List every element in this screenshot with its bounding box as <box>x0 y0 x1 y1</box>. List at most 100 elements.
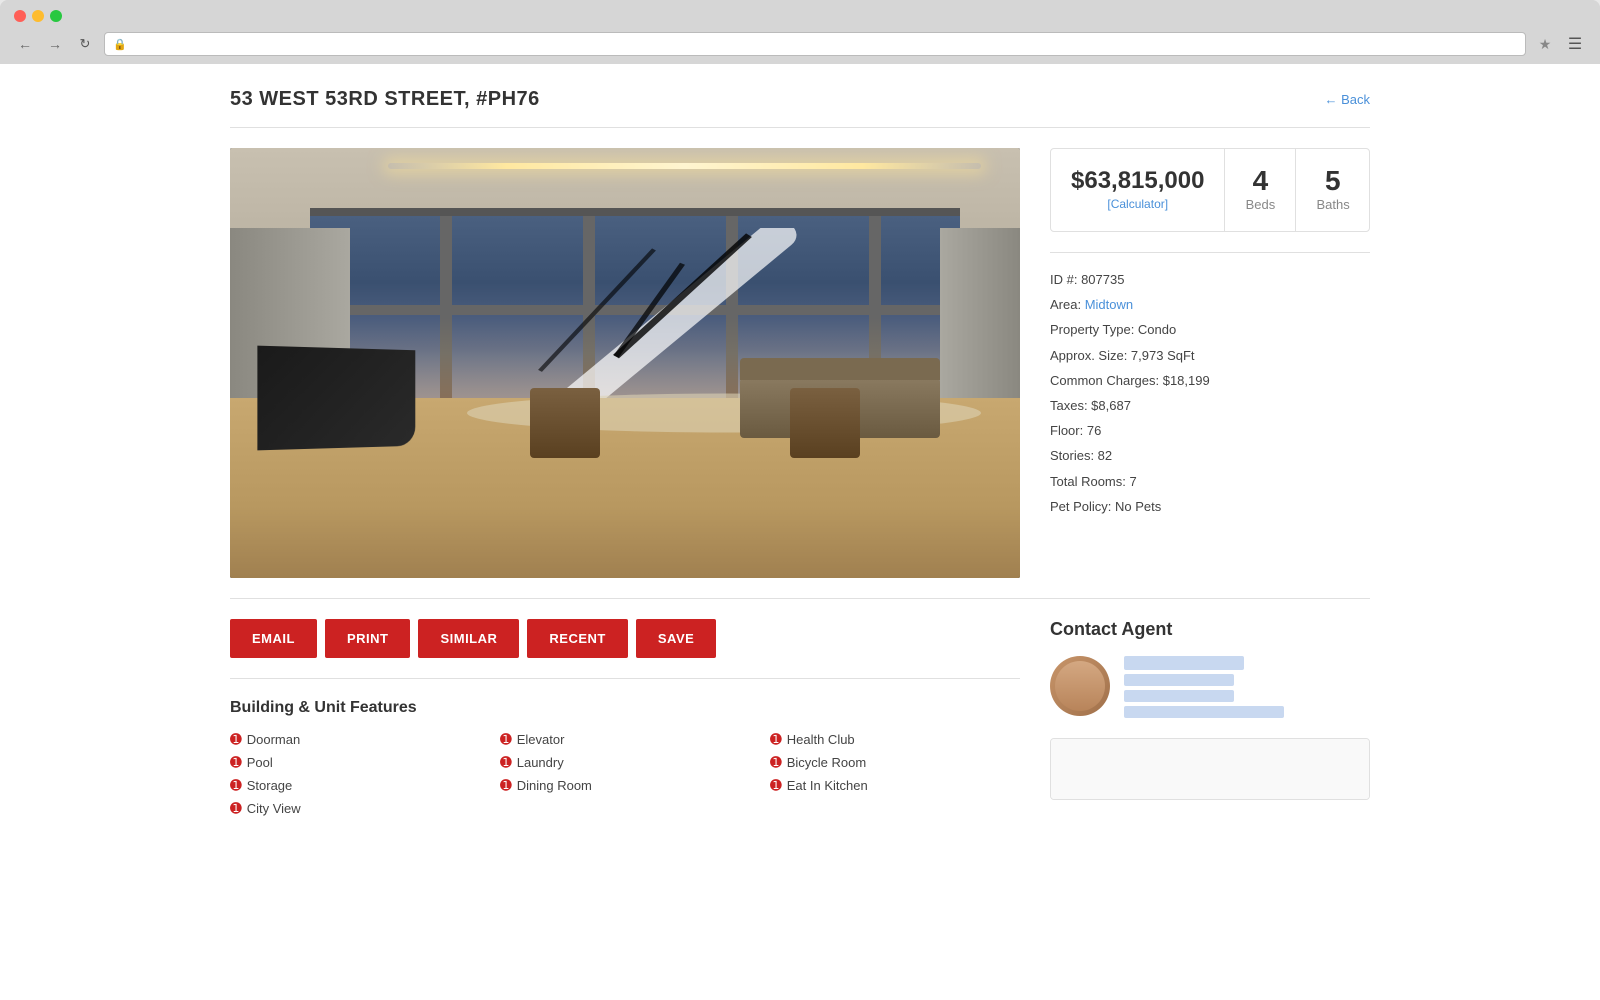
title-bar <box>0 0 1600 28</box>
price-box: $63,815,000 [Calculator] 4 Beds 5 <box>1050 148 1370 232</box>
check-icon: ➊ <box>500 777 512 794</box>
feature-doorman: ➊ Doorman <box>230 731 480 748</box>
feature-label: Storage <box>247 778 293 793</box>
beds-section: 4 Beds <box>1225 149 1295 231</box>
contact-agent-section: Contact Agent <box>1050 619 1370 718</box>
feature-label: Laundry <box>517 755 564 770</box>
action-buttons: EMAIL PRINT SIMILAR RECENT SAVE <box>230 619 1020 658</box>
feature-dining-room: ➊ Dining Room <box>500 777 750 794</box>
feature-health-club: ➊ Health Club <box>770 731 1020 748</box>
agent-email <box>1124 706 1284 718</box>
baths-section: 5 Baths <box>1296 149 1369 231</box>
price-section: $63,815,000 [Calculator] <box>1051 149 1224 231</box>
detail-type: Property Type: Condo <box>1050 321 1370 339</box>
agent-phone-1 <box>1124 674 1234 686</box>
agent-phone-2 <box>1124 690 1234 702</box>
contact-form-inner <box>1051 739 1369 799</box>
similar-button[interactable]: SIMILAR <box>418 619 519 658</box>
baths-number: 5 <box>1316 165 1349 197</box>
agent-avatar <box>1050 656 1110 716</box>
feature-elevator: ➊ Elevator <box>500 731 750 748</box>
actions-features-divider <box>230 678 1020 679</box>
agent-card <box>1050 656 1370 718</box>
detail-size: Approx. Size: 7,973 SqFt <box>1050 347 1370 365</box>
feature-label: Elevator <box>517 732 565 747</box>
address-bar[interactable]: 🔒 <box>104 32 1526 56</box>
area-label-text: Area: <box>1050 297 1085 312</box>
check-icon: ➊ <box>230 777 242 794</box>
price-details-divider <box>1050 252 1370 253</box>
property-title: 53 WEST 53RD STREET, #PH76 <box>230 88 540 111</box>
beds-number: 4 <box>1245 165 1275 197</box>
email-button[interactable]: EMAIL <box>230 619 317 658</box>
features-grid: ➊ Doorman ➊ Elevator ➊ Health Club <box>230 731 1020 817</box>
feature-label: Bicycle Room <box>787 755 866 770</box>
feature-label: Doorman <box>247 732 300 747</box>
print-button[interactable]: PRINT <box>325 619 411 658</box>
check-icon: ➊ <box>230 754 242 771</box>
main-layout: $63,815,000 [Calculator] 4 Beds 5 <box>230 148 1370 578</box>
close-button[interactable] <box>14 10 26 22</box>
minimize-button[interactable] <box>32 10 44 22</box>
left-column <box>230 148 1020 578</box>
contact-form-box <box>1050 738 1370 800</box>
calculator-link[interactable]: [Calculator] <box>1107 197 1168 211</box>
beds-label: Beds <box>1245 197 1275 212</box>
feature-label: Pool <box>247 755 273 770</box>
feature-storage: ➊ Storage <box>230 777 480 794</box>
check-icon: ➊ <box>770 754 782 771</box>
area-link[interactable]: Midtown <box>1085 297 1133 312</box>
feature-label: Health Club <box>787 732 855 747</box>
right-column: $63,815,000 [Calculator] 4 Beds 5 <box>1050 148 1370 578</box>
detail-area: Area: Midtown <box>1050 296 1370 314</box>
agent-name <box>1124 656 1244 670</box>
property-image <box>230 148 1020 578</box>
maximize-button[interactable] <box>50 10 62 22</box>
back-link[interactable]: ← Back <box>1324 92 1370 107</box>
feature-laundry: ➊ Laundry <box>500 754 750 771</box>
bookmark-button[interactable]: ★ <box>1534 33 1556 55</box>
check-icon: ➊ <box>230 731 242 748</box>
lock-icon: 🔒 <box>113 38 127 51</box>
detail-id: ID #: 807735 <box>1050 271 1370 289</box>
check-icon: ➊ <box>500 731 512 748</box>
back-nav-button[interactable]: ← <box>14 33 36 55</box>
price-amount: $63,815,000 <box>1071 167 1204 195</box>
property-details: ID #: 807735 Area: Midtown Property Type… <box>1050 263 1370 531</box>
save-button[interactable]: SAVE <box>636 619 716 658</box>
check-icon: ➊ <box>770 777 782 794</box>
feature-pool: ➊ Pool <box>230 754 480 771</box>
contact-title: Contact Agent <box>1050 619 1370 640</box>
detail-rooms: Total Rooms: 7 <box>1050 473 1370 491</box>
check-icon: ➊ <box>770 731 782 748</box>
feature-eat-in-kitchen: ➊ Eat In Kitchen <box>770 777 1020 794</box>
detail-floor: Floor: 76 <box>1050 422 1370 440</box>
forward-nav-button[interactable]: → <box>44 33 66 55</box>
detail-taxes: Taxes: $8,687 <box>1050 397 1370 415</box>
feature-bicycle-room: ➊ Bicycle Room <box>770 754 1020 771</box>
contact-agent-col: Contact Agent <box>1050 619 1370 817</box>
piano-decoration <box>257 346 415 451</box>
detail-charges: Common Charges: $18,199 <box>1050 372 1370 390</box>
detail-stories: Stories: 82 <box>1050 447 1370 465</box>
bottom-layout: EMAIL PRINT SIMILAR RECENT SAVE Building… <box>230 619 1370 817</box>
baths-label: Baths <box>1316 197 1349 212</box>
check-icon: ➊ <box>230 800 242 817</box>
agent-info <box>1124 656 1370 718</box>
browser-toolbar: ← → ↻ 🔒 ★ ☰ <box>0 28 1600 64</box>
feature-label: City View <box>247 801 301 816</box>
feature-city-view: ➊ City View <box>230 800 480 817</box>
page-content: 53 WEST 53RD STREET, #PH76 ← Back <box>0 64 1600 1000</box>
feature-label: Dining Room <box>517 778 592 793</box>
menu-button[interactable]: ☰ <box>1564 33 1586 55</box>
features-title: Building & Unit Features <box>230 699 1020 717</box>
feature-label: Eat In Kitchen <box>787 778 868 793</box>
main-separator <box>230 598 1370 599</box>
refresh-button[interactable]: ↻ <box>74 33 96 55</box>
detail-pets: Pet Policy: No Pets <box>1050 498 1370 516</box>
recent-button[interactable]: RECENT <box>527 619 627 658</box>
features-section: Building & Unit Features ➊ Doorman ➊ Ele… <box>230 699 1020 817</box>
page-header: 53 WEST 53RD STREET, #PH76 ← Back <box>230 64 1370 128</box>
check-icon: ➊ <box>500 754 512 771</box>
bottom-left-col: EMAIL PRINT SIMILAR RECENT SAVE Building… <box>230 619 1020 817</box>
